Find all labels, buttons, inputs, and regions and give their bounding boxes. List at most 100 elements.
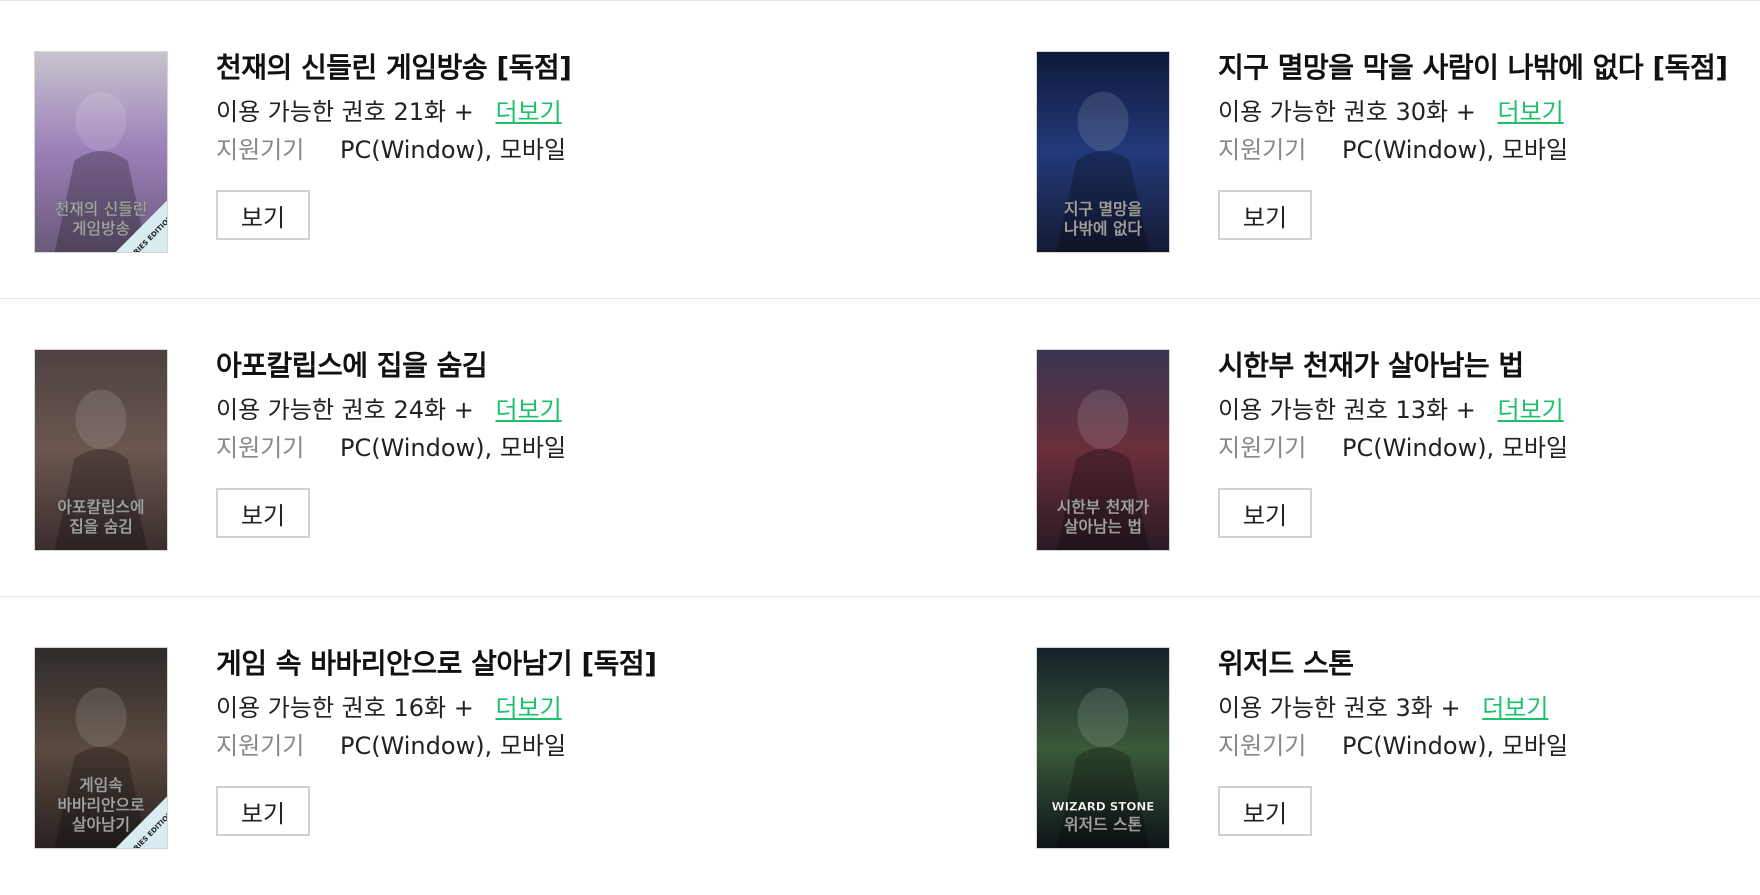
more-link[interactable]: 더보기: [495, 396, 561, 424]
episode-count: 3화 +: [1395, 694, 1461, 722]
device-label: 지원기기: [216, 136, 305, 164]
book-title[interactable]: 천재의 신들린 게임방송 [독점]: [216, 51, 572, 85]
book-title[interactable]: 아포칼립스에 집을 숨김: [216, 349, 566, 383]
book-info: 위저드 스톤 이용 가능한 권호 3화 + 더보기 지원기기 PC(Window…: [1218, 647, 1568, 836]
device-value: PC(Window), 모바일: [1341, 732, 1569, 760]
device-value: PC(Window), 모바일: [1341, 434, 1569, 462]
more-link[interactable]: 더보기: [1497, 396, 1563, 424]
book-cover[interactable]: 지구 멸망을 나밖에 없다: [1036, 51, 1170, 253]
book-title[interactable]: 지구 멸망을 막을 사람이 나밖에 없다 [독점]: [1218, 51, 1728, 85]
book-cover[interactable]: WIZARD STONE 위저드 스톤: [1036, 647, 1170, 849]
view-button[interactable]: 보기: [216, 488, 310, 538]
book-card: 게임속바바리안으로살아남기 SERIES EDITION 게임 속 바바리안으로…: [34, 647, 894, 851]
supported-devices: 지원기기 PC(Window), 모바일: [1218, 731, 1568, 761]
book-cover[interactable]: 게임속바바리안으로살아남기 SERIES EDITION: [34, 647, 168, 849]
book-info: 시한부 천재가 살아남는 법 이용 가능한 권호 13화 + 더보기 지원기기 …: [1218, 349, 1568, 538]
book-card: 아포칼립스에 집을 숨김 아포칼립스에 집을 숨김 이용 가능한 권호 24화 +…: [34, 349, 894, 553]
available-label: 이용 가능한 권호: [216, 694, 386, 722]
book-cover-art: 시한부 천재가살아남는 법: [1037, 350, 1169, 550]
cover-title-line: 바바리안으로: [58, 795, 145, 814]
book-title[interactable]: 위저드 스톤: [1218, 647, 1568, 681]
available-episodes: 이용 가능한 권호 3화 + 더보기: [1218, 693, 1568, 723]
view-button[interactable]: 보기: [1218, 786, 1312, 836]
supported-devices: 지원기기 PC(Window), 모바일: [1218, 433, 1568, 463]
device-value: PC(Window), 모바일: [339, 136, 567, 164]
available-episodes: 이용 가능한 권호 13화 + 더보기: [1218, 395, 1568, 425]
supported-devices: 지원기기 PC(Window), 모바일: [216, 731, 657, 761]
episode-count: 21화 +: [393, 98, 474, 126]
cover-title-line: 살아남는 법: [1064, 517, 1142, 536]
list-row: 아포칼립스에 집을 숨김 아포칼립스에 집을 숨김 이용 가능한 권호 24화 +…: [0, 299, 1760, 597]
available-label: 이용 가능한 권호: [1218, 396, 1388, 424]
available-episodes: 이용 가능한 권호 24화 + 더보기: [216, 395, 566, 425]
book-cover-art: 게임속바바리안으로살아남기 SERIES EDITION: [35, 648, 167, 848]
device-value: PC(Window), 모바일: [339, 732, 567, 760]
cover-title-line: WIZARD STONE: [1052, 799, 1155, 813]
book-cover-art: 지구 멸망을나밖에 없다: [1037, 52, 1169, 252]
book-cover[interactable]: 아포칼립스에 집을 숨김: [34, 349, 168, 551]
book-card: 지구 멸망을 나밖에 없다 지구 멸망을 막을 사람이 나밖에 없다 [독점] 이…: [1036, 51, 1760, 255]
book-cover[interactable]: 시한부 천재가 살아남는 법: [1036, 349, 1170, 551]
more-link[interactable]: 더보기: [1482, 694, 1548, 722]
device-value: PC(Window), 모바일: [1341, 136, 1569, 164]
available-episodes: 이용 가능한 권호 16화 + 더보기: [216, 693, 657, 723]
episode-count: 13화 +: [1395, 396, 1476, 424]
cover-title-line: 집을 숨김: [69, 517, 132, 536]
available-label: 이용 가능한 권호: [216, 396, 386, 424]
more-link[interactable]: 더보기: [495, 98, 561, 126]
device-label: 지원기기: [1218, 136, 1307, 164]
book-cover-art: 아포칼립스에집을 숨김: [35, 350, 167, 550]
episode-count: 24화 +: [393, 396, 474, 424]
book-title[interactable]: 시한부 천재가 살아남는 법: [1218, 349, 1568, 383]
cover-title-art: 시한부 천재가살아남는 법: [1056, 497, 1150, 536]
book-card: WIZARD STONE 위저드 스톤 위저드 스톤 이용 가능한 권호 3화 +…: [1036, 647, 1760, 851]
view-button[interactable]: 보기: [1218, 488, 1312, 538]
episode-count: 16화 +: [393, 694, 474, 722]
book-info: 게임 속 바바리안으로 살아남기 [독점] 이용 가능한 권호 16화 + 더보…: [216, 647, 657, 836]
device-label: 지원기기: [216, 434, 305, 462]
cover-title-line: 위저드 스톤: [1064, 815, 1142, 834]
cover-title-line: 살아남기: [72, 815, 130, 834]
cover-title-art: WIZARD STONE 위저드 스톤: [1051, 799, 1155, 834]
more-link[interactable]: 더보기: [495, 694, 561, 722]
book-info: 아포칼립스에 집을 숨김 이용 가능한 권호 24화 + 더보기 지원기기 PC…: [216, 349, 566, 538]
figure-head: [1077, 687, 1129, 748]
episode-count: 30화 +: [1395, 98, 1476, 126]
list-row: 게임속바바리안으로살아남기 SERIES EDITION 게임 속 바바리안으로…: [0, 597, 1760, 895]
cover-title-line: 게임속: [79, 776, 123, 795]
device-label: 지원기기: [216, 732, 305, 760]
cover-title-line: 나밖에 없다: [1064, 219, 1142, 238]
cover-title-art: 아포칼립스에집을 숨김: [57, 497, 145, 536]
view-button[interactable]: 보기: [216, 786, 310, 836]
book-info: 지구 멸망을 막을 사람이 나밖에 없다 [독점] 이용 가능한 권호 30화 …: [1218, 51, 1728, 240]
figure-head: [1077, 389, 1129, 450]
available-episodes: 이용 가능한 권호 21화 + 더보기: [216, 97, 571, 127]
cover-title-line: 천재의 신들린: [55, 199, 147, 218]
figure-head: [75, 389, 127, 450]
cover-title-art: 지구 멸망을나밖에 없다: [1064, 199, 1143, 238]
available-episodes: 이용 가능한 권호 30화 + 더보기: [1218, 97, 1728, 127]
supported-devices: 지원기기 PC(Window), 모바일: [216, 433, 566, 463]
device-label: 지원기기: [1218, 732, 1307, 760]
device-label: 지원기기: [1218, 434, 1307, 462]
supported-devices: 지원기기 PC(Window), 모바일: [216, 135, 571, 165]
book-card: 시한부 천재가 살아남는 법 시한부 천재가 살아남는 법 이용 가능한 권호 1…: [1036, 349, 1760, 553]
book-cover[interactable]: 천재의 신들린게임방송 SERIES EDITION: [34, 51, 168, 253]
book-title[interactable]: 게임 속 바바리안으로 살아남기 [독점]: [216, 647, 657, 681]
figure-head: [75, 687, 127, 748]
view-button[interactable]: 보기: [1218, 190, 1312, 240]
book-card: 천재의 신들린게임방송 SERIES EDITION 천재의 신들린 게임방송 …: [34, 51, 894, 255]
book-info: 천재의 신들린 게임방송 [독점] 이용 가능한 권호 21화 + 더보기 지원…: [216, 51, 572, 240]
list-row: 천재의 신들린게임방송 SERIES EDITION 천재의 신들린 게임방송 …: [0, 1, 1760, 299]
cover-title-line: 게임방송: [72, 219, 130, 238]
book-cover-art: WIZARD STONE 위저드 스톤: [1037, 648, 1169, 848]
supported-devices: 지원기기 PC(Window), 모바일: [1218, 135, 1728, 165]
figure-head: [1077, 91, 1129, 152]
cover-title-line: 아포칼립스에: [58, 497, 145, 516]
view-button[interactable]: 보기: [216, 190, 310, 240]
book-cover-art: 천재의 신들린게임방송 SERIES EDITION: [35, 52, 167, 252]
available-label: 이용 가능한 권호: [216, 98, 386, 126]
cover-title-line: 시한부 천재가: [1057, 497, 1150, 516]
more-link[interactable]: 더보기: [1497, 98, 1563, 126]
figure-head: [75, 91, 127, 152]
